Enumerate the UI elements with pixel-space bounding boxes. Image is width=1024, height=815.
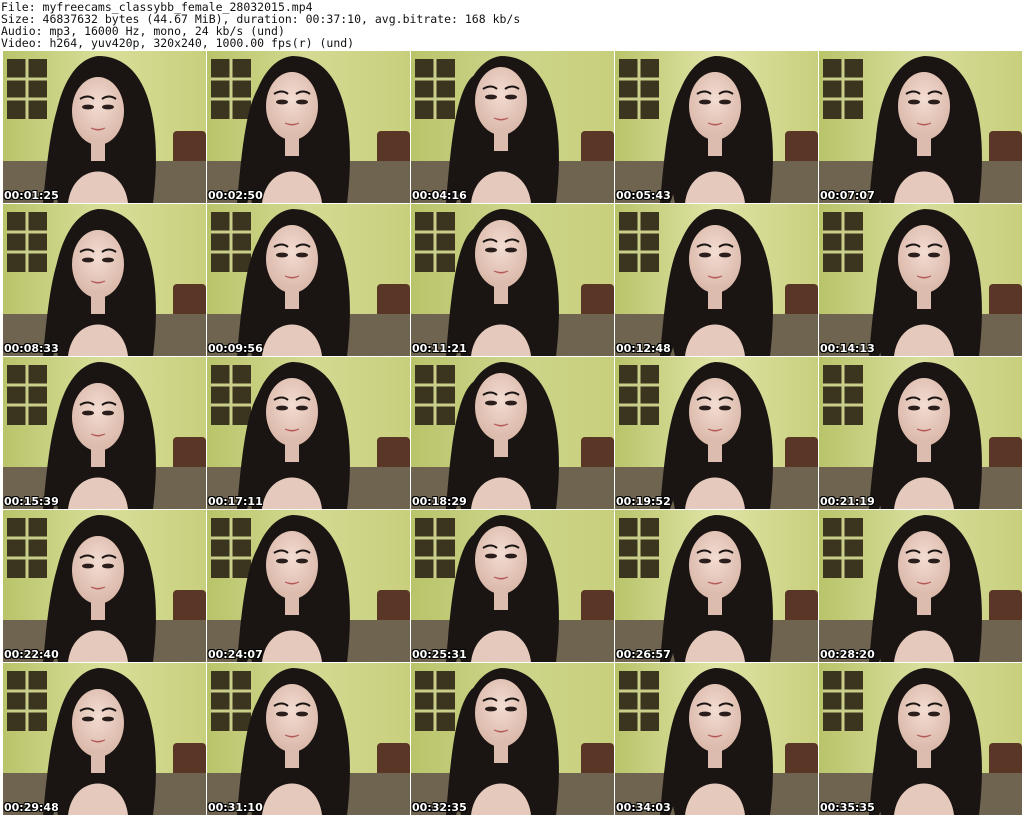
- thumbnail-grid: 00:01:25 00:02:50 00:04:16 00:05:43 00:0…: [3, 51, 1022, 815]
- thumbnail-frame: 00:02:50: [207, 51, 410, 203]
- timestamp-label: 00:04:16: [412, 189, 467, 202]
- timestamp-label: 00:15:39: [4, 495, 59, 508]
- timestamp-label: 00:35:35: [820, 801, 875, 814]
- thumbnail-frame: 00:22:40: [3, 510, 206, 662]
- timestamp-label: 00:12:48: [616, 342, 671, 355]
- timestamp-label: 00:31:10: [208, 801, 263, 814]
- video-frame-image: [411, 51, 614, 203]
- video-frame-image: [615, 663, 818, 815]
- video-frame-image: [411, 663, 614, 815]
- thumbnail-frame: 00:01:25: [3, 51, 206, 203]
- thumbnail-frame: 00:25:31: [411, 510, 614, 662]
- video-frame-image: [207, 510, 410, 662]
- thumbnail-frame: 00:19:52: [615, 357, 818, 509]
- timestamp-label: 00:22:40: [4, 648, 59, 661]
- video-frame-image: [3, 204, 206, 356]
- thumbnail-frame: 00:15:39: [3, 357, 206, 509]
- video-frame-image: [3, 51, 206, 203]
- video-frame-image: [615, 51, 818, 203]
- thumbnail-frame: 00:04:16: [411, 51, 614, 203]
- video-frame-image: [207, 204, 410, 356]
- thumbnail-frame: 00:24:07: [207, 510, 410, 662]
- video-frame-image: [819, 51, 1022, 203]
- video-info-line: Video: h264, yuv420p, 320x240, 1000.00 f…: [1, 36, 355, 50]
- video-frame-image: [3, 357, 206, 509]
- timestamp-label: 00:25:31: [412, 648, 467, 661]
- thumbnail-frame: 00:05:43: [615, 51, 818, 203]
- video-frame-image: [207, 357, 410, 509]
- thumbnail-frame: 00:32:35: [411, 663, 614, 815]
- timestamp-label: 00:34:03: [616, 801, 671, 814]
- timestamp-label: 00:01:25: [4, 189, 59, 202]
- thumbnail-frame: 00:26:57: [615, 510, 818, 662]
- thumbnail-frame: 00:09:56: [207, 204, 410, 356]
- video-frame-image: [615, 510, 818, 662]
- timestamp-label: 00:14:13: [820, 342, 875, 355]
- timestamp-label: 00:17:11: [208, 495, 263, 508]
- thumbnail-frame: 00:08:33: [3, 204, 206, 356]
- thumbnail-frame: 00:29:48: [3, 663, 206, 815]
- thumbnail-frame: 00:35:35: [819, 663, 1022, 815]
- timestamp-label: 00:24:07: [208, 648, 263, 661]
- timestamp-label: 00:26:57: [616, 648, 671, 661]
- video-frame-image: [411, 510, 614, 662]
- file-info-header: File: myfreecams_classybb_female_2803201…: [0, 0, 1024, 53]
- video-frame-image: [207, 51, 410, 203]
- timestamp-label: 00:21:19: [820, 495, 875, 508]
- timestamp-label: 00:08:33: [4, 342, 59, 355]
- thumbnail-frame: 00:21:19: [819, 357, 1022, 509]
- video-frame-image: [819, 204, 1022, 356]
- thumbnail-frame: 00:28:20: [819, 510, 1022, 662]
- video-frame-image: [207, 663, 410, 815]
- timestamp-label: 00:19:52: [616, 495, 671, 508]
- thumbnail-frame: 00:07:07: [819, 51, 1022, 203]
- thumbnail-frame: 00:34:03: [615, 663, 818, 815]
- thumbnail-frame: 00:18:29: [411, 357, 614, 509]
- timestamp-label: 00:09:56: [208, 342, 263, 355]
- thumbnail-frame: 00:17:11: [207, 357, 410, 509]
- timestamp-label: 00:29:48: [4, 801, 59, 814]
- thumbnail-frame: 00:31:10: [207, 663, 410, 815]
- timestamp-label: 00:32:35: [412, 801, 467, 814]
- timestamp-label: 00:18:29: [412, 495, 467, 508]
- video-frame-image: [411, 204, 614, 356]
- video-frame-image: [819, 663, 1022, 815]
- timestamp-label: 00:05:43: [616, 189, 671, 202]
- timestamp-label: 00:28:20: [820, 648, 875, 661]
- timestamp-label: 00:07:07: [820, 189, 875, 202]
- video-frame-image: [615, 204, 818, 356]
- video-frame-image: [819, 510, 1022, 662]
- video-frame-image: [615, 357, 818, 509]
- thumbnail-frame: 00:14:13: [819, 204, 1022, 356]
- thumbnail-frame: 00:12:48: [615, 204, 818, 356]
- video-frame-image: [819, 357, 1022, 509]
- thumbnail-frame: 00:11:21: [411, 204, 614, 356]
- timestamp-label: 00:02:50: [208, 189, 263, 202]
- timestamp-label: 00:11:21: [412, 342, 467, 355]
- video-frame-image: [3, 663, 206, 815]
- video-frame-image: [411, 357, 614, 509]
- video-frame-image: [3, 510, 206, 662]
